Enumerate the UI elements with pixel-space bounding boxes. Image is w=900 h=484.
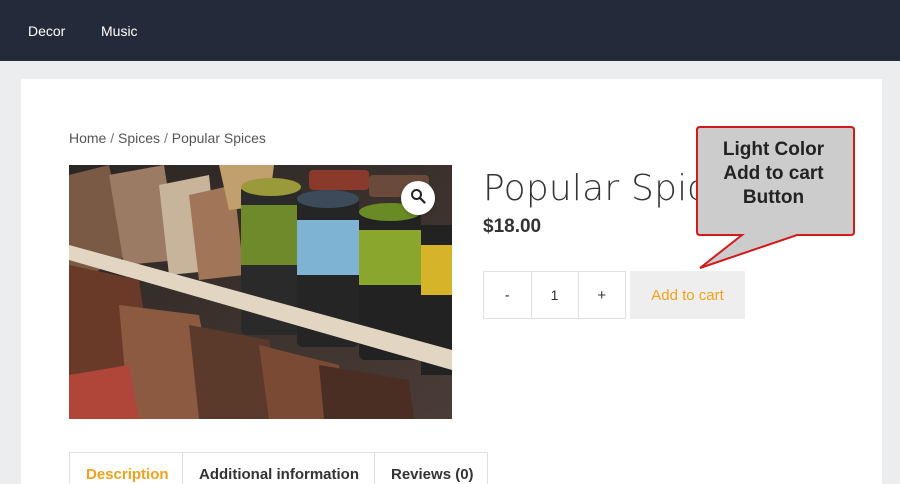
tab-additional-information[interactable]: Additional information [183,453,375,484]
quantity-input[interactable] [530,272,579,318]
annotation-text: Light Color Add to cart Button [697,138,850,210]
quantity-stepper: - + [483,271,626,319]
product-price: $18.00 [483,216,542,237]
product-image[interactable] [69,165,452,419]
breadcrumb-spices-link[interactable]: Spices [118,130,160,146]
breadcrumb-separator: / [160,130,172,146]
annotation-line-2: Add to cart [723,163,824,184]
zoom-button[interactable] [401,181,435,215]
nav-item-music[interactable]: Music [101,23,138,39]
breadcrumb-home-link[interactable]: Home [69,130,106,146]
add-to-cart-button[interactable]: Add to cart [630,271,745,319]
breadcrumb-separator: / [106,130,119,146]
breadcrumb-current: Popular Spices [171,130,266,146]
increment-button[interactable]: + [579,272,626,318]
zoom-magnifier-icon [410,188,426,209]
breadcrumb: Home / Spices / Popular Spices [69,130,266,146]
tab-reviews[interactable]: Reviews (0) [375,453,487,484]
top-navigation-bar: Decor Music [0,0,900,61]
nav-item-decor[interactable]: Decor [28,23,65,39]
annotation-line-3: Button [742,187,805,208]
tab-description[interactable]: Description [70,453,183,484]
decrement-button[interactable]: - [484,272,531,318]
spices-shelf-photo [69,165,452,419]
annotation-line-1: Light Color [722,139,825,160]
product-tabs: Description Additional information Revie… [69,452,488,484]
